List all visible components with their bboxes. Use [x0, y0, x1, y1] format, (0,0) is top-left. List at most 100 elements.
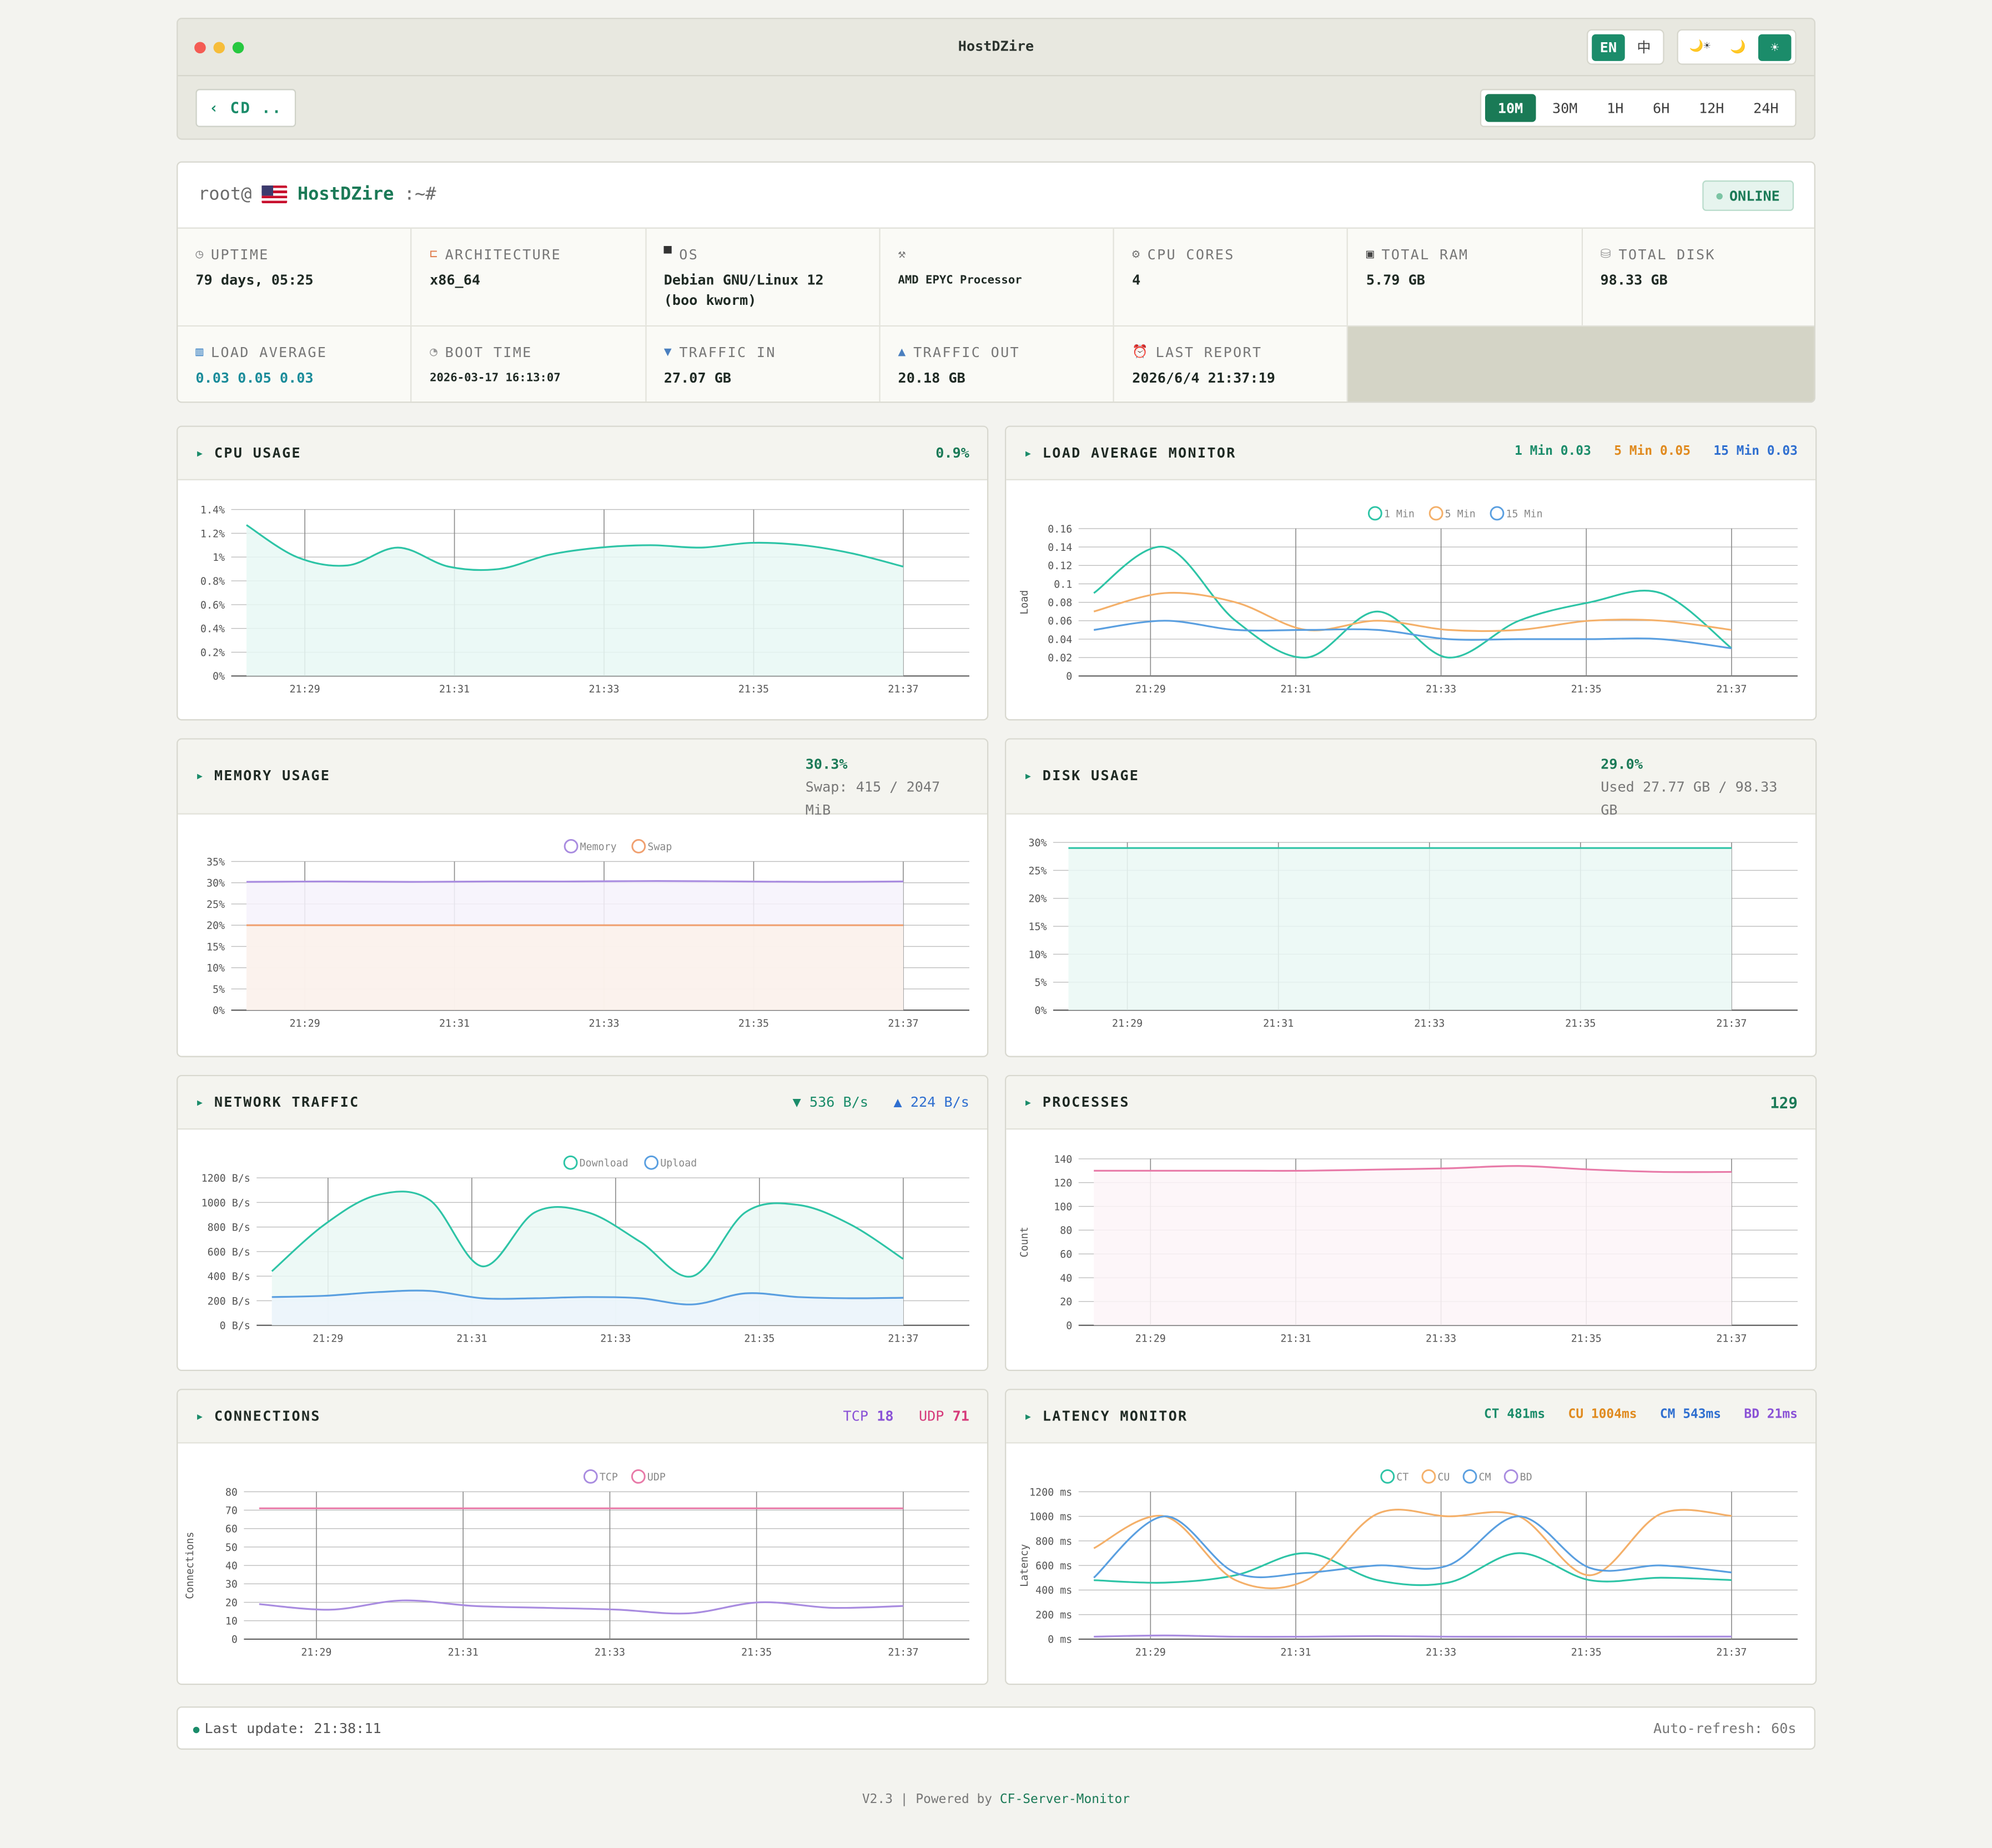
latency-bd: BD 21ms — [1744, 1408, 1798, 1422]
x-tick-label: 21:31 — [1280, 684, 1311, 695]
window-titlebar: HostDZire EN 中 🌙☀ 🌙 ☀ ‹ CD .. 10M 30M 1H 6H… — [177, 18, 1815, 140]
legend-label[interactable]: CM — [1479, 1472, 1491, 1483]
x-tick-label: 21:29 — [1135, 684, 1166, 695]
y-tick-label: 1000 ms — [1029, 1511, 1072, 1523]
legend-swatch[interactable] — [1380, 1469, 1395, 1484]
legend-label[interactable]: Memory — [580, 841, 617, 853]
y-tick-label: 15% — [207, 941, 225, 953]
time-range-selector: 10M 30M 1H 6H 12H 24H — [1480, 89, 1797, 127]
legend-label[interactable]: Swap — [647, 841, 672, 853]
y-tick-label: 80 — [1060, 1225, 1072, 1237]
legend-label[interactable]: UDP — [647, 1472, 666, 1483]
legend-swatch[interactable] — [644, 1155, 659, 1170]
y-tick-label: 30 — [225, 1579, 238, 1590]
info-label: LAST REPORT — [1155, 343, 1262, 360]
range-24h-button[interactable]: 24H — [1741, 94, 1791, 122]
cpu-panel: CPU USAGE 0.9% 0% 0.2% 0.4% 0.6% 0.8% 1% 1.2% 1… — [177, 425, 989, 721]
x-tick-label: 21:29 — [1135, 1333, 1166, 1344]
legend-swatch[interactable] — [1367, 506, 1382, 521]
y-tick-label: 0.1 — [1054, 579, 1072, 590]
connections-chart: 0 10 20 30 40 50 60 70 80 21:29 21:31 21:33 21:35 21:… — [184, 1469, 969, 1659]
legend-swatch[interactable] — [563, 1155, 578, 1170]
legend-label[interactable]: TCP — [600, 1472, 618, 1483]
legend-label[interactable]: BD — [1520, 1472, 1532, 1483]
legend-label[interactable]: 1 Min — [1384, 508, 1415, 520]
tcp-count: 18 — [877, 1408, 894, 1425]
cpu-title: CPU USAGE — [195, 445, 301, 461]
legend-label[interactable]: 5 Min — [1445, 508, 1476, 520]
info-cell: ◷ UPTIME 79 days, 05:25 — [178, 228, 413, 325]
memory-stat: 30.3% — [805, 756, 848, 773]
legend-swatch[interactable] — [1490, 506, 1505, 521]
range-1h-button[interactable]: 1H — [1594, 94, 1636, 122]
legend-label[interactable]: CU — [1437, 1472, 1450, 1483]
back-button[interactable]: ‹ CD .. — [195, 89, 296, 127]
y-tick-label: 400 B/s — [208, 1271, 250, 1283]
clock-face-icon: ◔ — [430, 345, 439, 359]
legend-label[interactable]: 15 Min — [1506, 508, 1543, 520]
legend-swatch[interactable] — [583, 1469, 598, 1484]
info-cell: ▼ TRAFFIC IN 27.07 GB — [646, 327, 881, 402]
legend-swatch[interactable] — [1428, 506, 1443, 521]
x-tick-label: 21:29 — [1112, 1018, 1143, 1030]
range-6h-button[interactable]: 6H — [1640, 94, 1682, 122]
info-label: TOTAL RAM — [1381, 245, 1469, 263]
latency-cm: CM 543ms — [1659, 1408, 1722, 1422]
lang-en-button[interactable]: EN — [1592, 33, 1625, 61]
y-tick-label: 600 ms — [1035, 1560, 1072, 1572]
info-cell: ▣ TOTAL RAM 5.79 GB — [1348, 228, 1583, 325]
info-value: 4 — [1132, 272, 1141, 289]
download-arrow-icon: ▼ — [663, 345, 673, 359]
legend-swatch[interactable] — [1462, 1469, 1477, 1484]
theme-light-button[interactable]: ☀ — [1758, 33, 1792, 61]
x-tick-label: 21:33 — [1414, 1018, 1445, 1030]
theme-switch: 🌙☀ 🌙 ☀ — [1677, 29, 1797, 65]
y-tick-label: 0% — [1034, 1005, 1047, 1017]
legend-label[interactable]: CT — [1396, 1472, 1409, 1483]
prompt-suffix: :~# — [404, 184, 436, 205]
y-tick-label: 0.08 — [1048, 597, 1072, 609]
y-tick-label: 20% — [1028, 893, 1047, 905]
y-tick-label: 0.4% — [200, 624, 225, 635]
legend-label[interactable]: Upload — [660, 1158, 697, 1169]
info-label: TRAFFIC OUT — [913, 343, 1020, 360]
legend-label[interactable]: Download — [580, 1158, 628, 1169]
lang-zh-button[interactable]: 中 — [1629, 34, 1659, 61]
legend-swatch[interactable] — [564, 839, 579, 853]
series-line — [246, 880, 903, 883]
y-tick-label: 25% — [1028, 865, 1047, 877]
x-tick-label: 21:37 — [1716, 1647, 1747, 1659]
info-cell: ▥ LOAD AVERAGE 0.03 0.05 0.03 — [178, 327, 413, 402]
status-dot-icon — [1717, 192, 1723, 199]
range-30m-button[interactable]: 30M — [1540, 94, 1590, 122]
y-tick-label: 200 ms — [1035, 1609, 1072, 1621]
y-tick-label: 800 B/s — [208, 1222, 250, 1234]
legend-swatch[interactable] — [1503, 1469, 1518, 1484]
latency-cu: CU 1004ms — [1568, 1408, 1637, 1422]
footer-link[interactable]: CF-Server-Monitor — [1000, 1793, 1130, 1807]
series-area — [1068, 848, 1732, 1011]
legend-swatch[interactable] — [631, 839, 646, 853]
disk-stat: 29.0% — [1601, 756, 1643, 773]
load-5min-stat: 5 Min 0.05 — [1614, 444, 1691, 459]
memory-panel: MEMORY USAGE 30.3% Swap: 415 / 2047 MiB … — [177, 738, 989, 1057]
range-10m-button[interactable]: 10M — [1485, 94, 1536, 122]
theme-auto-button[interactable]: 🌙☀ — [1682, 34, 1718, 61]
bar-chart-icon: ▥ — [195, 345, 205, 359]
y-axis-label: Latency — [1019, 1544, 1030, 1587]
x-tick-label: 21:33 — [588, 684, 619, 695]
series-area — [246, 525, 903, 676]
y-tick-label: 1.4% — [200, 504, 225, 516]
x-tick-label: 21:35 — [1571, 1647, 1602, 1659]
legend-swatch[interactable] — [631, 1469, 646, 1484]
range-12h-button[interactable]: 12H — [1686, 94, 1737, 122]
info-label: TRAFFIC IN — [679, 343, 776, 360]
connections-title: CONNECTIONS — [195, 1408, 320, 1424]
status-bar: Last update: 21:38:11 Auto-refresh: 60s — [177, 1706, 1815, 1750]
theme-dark-button[interactable]: 🌙 — [1722, 34, 1754, 61]
footer: V2.3 | Powered by CF-Server-Monitor — [0, 1793, 1992, 1807]
processes-panel: PROCESSES 129 0 20 40 60 80 100 120 140 21:29 21:… — [1005, 1074, 1817, 1372]
y-axis-label: Count — [1019, 1227, 1030, 1257]
legend-swatch[interactable] — [1421, 1469, 1436, 1484]
x-tick-label: 21:33 — [1426, 684, 1456, 695]
